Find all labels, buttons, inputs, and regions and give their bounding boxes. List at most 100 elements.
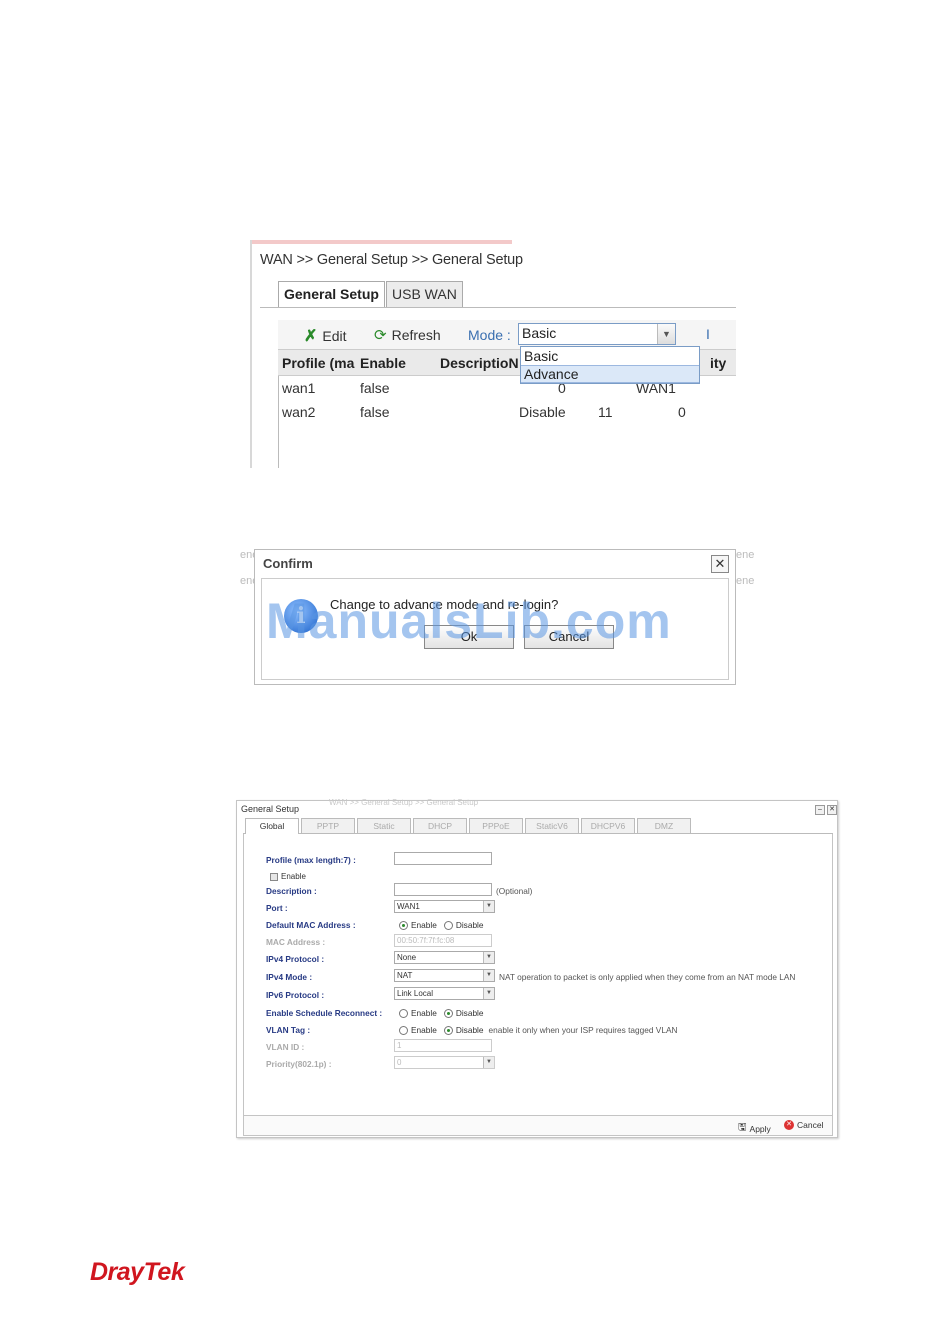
priority-select[interactable]: 0 ▼ [394, 1056, 495, 1069]
tab-global[interactable]: Global [245, 818, 299, 834]
tab-bar: General Setup USB WAN [260, 281, 736, 308]
window-title: General Setup [241, 804, 300, 814]
row1-profile[interactable]: wan1 [282, 380, 315, 396]
draytek-logo: DrayTek [90, 1258, 185, 1286]
close-icon[interactable]: ✕ [711, 555, 729, 573]
global-settings-form: Profile (max length:7) : Enable Descript… [243, 834, 833, 1116]
default-mac-disable-label: Disable [455, 920, 484, 930]
apply-button[interactable]: 🖫 Apply [738, 1120, 771, 1137]
default-mac-enable-label: Enable [411, 920, 437, 930]
vlan-id-input[interactable]: 1 [394, 1039, 492, 1052]
description-label: Description : [266, 886, 317, 896]
watermark: ManualsLib.com [266, 593, 672, 649]
tab-pptp[interactable]: PPTP [301, 818, 355, 833]
vlan-tag-disable-radio[interactable] [443, 1025, 453, 1035]
chevron-down-icon[interactable]: ▼ [483, 1057, 494, 1068]
edit-icon: ✗ [304, 328, 318, 345]
vlan-tag-enable-radio[interactable] [399, 1025, 408, 1035]
tab-staticv6[interactable]: StaticV6 [525, 818, 579, 833]
tab-dmz[interactable]: DMZ [637, 818, 691, 833]
ipv4-protocol-label: IPv4 Protocol : [266, 954, 325, 964]
vlan-tag-enable-label: Enable [411, 1025, 437, 1035]
default-mac-disable-radio[interactable] [443, 920, 453, 930]
breadcrumb: WAN >> General Setup >> General Setup [260, 252, 523, 268]
col-enable: Enable [360, 355, 406, 371]
cancel-label: Cancel [797, 1120, 824, 1130]
chevron-down-icon[interactable]: ▼ [657, 324, 675, 344]
row1-enable: false [360, 380, 390, 396]
mac-address-input[interactable]: 00:50:7f:7f:fc:08 [394, 934, 492, 947]
cancel-button[interactable]: ✕ Cancel [784, 1120, 823, 1130]
mode-dropdown-list: Basic Advance [520, 346, 700, 384]
vlan-tag-label: VLAN Tag : [266, 1025, 311, 1035]
col-priority: ity [710, 355, 727, 371]
default-mac-enable-radio[interactable] [399, 920, 408, 930]
edit-button[interactable]: ✗ Edit [304, 326, 347, 346]
top-accent-line [252, 240, 512, 244]
toolbar-extra: I [706, 326, 710, 342]
ipv4-mode-select[interactable]: NAT ▼ [394, 969, 495, 982]
ipv4-mode-note: NAT operation to packet is only applied … [499, 972, 796, 982]
schedule-disable-radio[interactable] [443, 1008, 453, 1018]
row2-col4: 11 [598, 404, 613, 420]
mode-select[interactable]: Basic ▼ [518, 323, 676, 345]
schedule-enable-radio[interactable] [399, 1008, 408, 1018]
priority-value: 0 [397, 1058, 402, 1067]
row2-profile[interactable]: wan2 [282, 404, 315, 420]
dialog-title: Confirm [263, 556, 313, 571]
schedule-reconnect-label: Enable Schedule Reconnect : [266, 1008, 383, 1018]
vlan-tag-note: enable it only when your ISP requires ta… [488, 1025, 678, 1035]
apply-label: Apply [749, 1123, 771, 1134]
schedule-radio-group: Enable Disable [399, 1008, 484, 1018]
minimize-icon[interactable]: – [815, 805, 825, 815]
description-input[interactable] [394, 883, 492, 896]
chevron-down-icon[interactable]: ▼ [483, 970, 494, 981]
mac-address-label: MAC Address : [266, 937, 326, 947]
default-mac-label: Default MAC Address : [266, 920, 356, 930]
profile-input[interactable] [394, 852, 492, 865]
chevron-down-icon[interactable]: ▼ [483, 952, 494, 963]
edit-label: Edit [322, 328, 347, 344]
refresh-icon: ⟳ [374, 327, 387, 344]
chevron-down-icon[interactable]: ▼ [483, 901, 494, 912]
option-basic[interactable]: Basic [521, 348, 699, 366]
tab-bar: Global PPTP Static DHCP PPPoE StaticV6 D… [243, 818, 833, 834]
option-advance[interactable]: Advance [521, 365, 699, 383]
ipv6-protocol-value: Link Local [397, 989, 434, 998]
vlan-tag-radio-group: Enable Disable enable it only when your … [399, 1025, 677, 1035]
ipv4-mode-label: IPv4 Mode : [266, 972, 313, 982]
tab-usb-wan[interactable]: USB WAN [386, 281, 463, 307]
col-profile: Profile (ma [282, 355, 355, 371]
row2-col3: Disable [519, 404, 566, 420]
ipv6-protocol-select[interactable]: Link Local ▼ [394, 987, 495, 1000]
port-value: WAN1 [397, 902, 420, 911]
tab-dhcpv6[interactable]: DHCPV6 [581, 818, 635, 833]
ghost-text: ene [736, 575, 755, 587]
tab-dhcp[interactable]: DHCP [413, 818, 467, 833]
row2-col5: 0 [678, 404, 686, 420]
cancel-icon: ✕ [784, 1120, 794, 1130]
close-icon[interactable]: ✕ [827, 805, 837, 815]
tab-pppoe[interactable]: PPPoE [469, 818, 523, 833]
row2-enable: false [360, 404, 390, 420]
general-setup-window: WAN >> General Setup >> General Setup Ge… [236, 798, 838, 1138]
save-icon: 🖫 [738, 1122, 747, 1133]
wan-general-setup-screenshot: WAN >> General Setup >> General Setup Ge… [250, 240, 736, 468]
chevron-down-icon[interactable]: ▼ [483, 988, 494, 999]
description-note: (Optional) [496, 886, 533, 896]
enable-label: Enable [281, 872, 306, 881]
vlan-id-label: VLAN ID : [266, 1042, 305, 1052]
profile-label: Profile (max length:7) : [266, 855, 356, 865]
port-select[interactable]: WAN1 ▼ [394, 900, 495, 913]
schedule-disable-label: Disable [455, 1008, 484, 1018]
priority-label: Priority(802.1p) : [266, 1059, 332, 1069]
tab-general-setup[interactable]: General Setup [278, 281, 385, 307]
tab-static[interactable]: Static [357, 818, 411, 833]
vlan-tag-disable-label: Disable [455, 1025, 484, 1035]
enable-checkbox[interactable] [270, 873, 278, 881]
col-description: DescriptioN [440, 355, 519, 371]
ipv4-protocol-value: None [397, 953, 417, 962]
port-label: Port : [266, 903, 288, 913]
refresh-button[interactable]: ⟳ Refresh [374, 326, 441, 344]
ipv4-protocol-select[interactable]: None ▼ [394, 951, 495, 964]
